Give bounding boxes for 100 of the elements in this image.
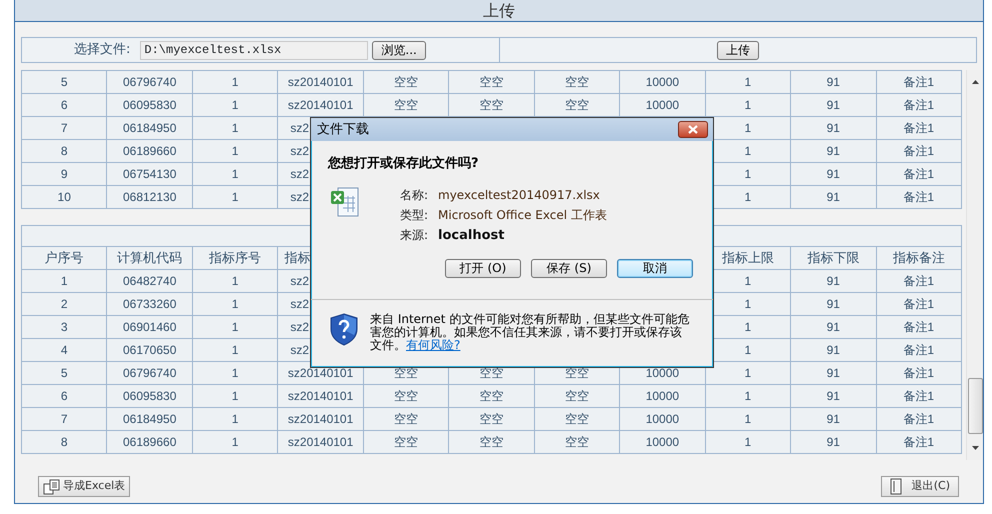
table-cell: 备注1 [876,70,962,94]
table-cell: 空空 [363,430,449,454]
table-cell: 1 [705,94,791,116]
table-cell: 备注1 [876,384,962,408]
table-cell: 1 [192,186,278,208]
column-header: 指标备注 [876,246,962,270]
table-cell: 备注1 [876,292,962,316]
table-cell: 1 [192,116,278,140]
table-cell: 1 [705,362,791,384]
table-cell: 06733260 [106,292,192,316]
table-cell: 91 [790,384,876,408]
table-cell: 备注1 [876,162,962,186]
table-cell: 1 [705,70,791,94]
scroll-thumb[interactable] [968,378,983,434]
table-cell: sz20140101 [278,384,364,408]
field-label: 名称: [400,186,430,204]
table-cell: 1 [192,292,278,316]
table-cell: 06796740 [106,70,192,94]
dialog-button[interactable]: 取消 [617,259,693,278]
table-cell: 6 [22,94,107,116]
table-cell: 1 [192,384,278,408]
table-cell: 10000 [620,94,706,116]
table-cell: 备注1 [876,186,962,208]
table-cell: 空空 [534,70,620,94]
table-cell: 1 [192,430,278,454]
table-cell: 91 [790,186,876,208]
table-cell: 3 [22,316,107,338]
table-cell: 1 [705,384,791,408]
table-cell: 5 [22,70,107,94]
field-value: Microsoft Office Excel 工作表 [438,206,607,224]
field-label: 来源: [400,226,430,244]
table-cell: 7 [22,116,107,140]
table-cell: 91 [790,140,876,162]
table-cell: 空空 [534,384,620,408]
column-header: 指标下限 [790,246,876,270]
table-cell: 06189660 [106,140,192,162]
table-cell: 06482740 [106,270,192,292]
table-cell: 空空 [448,408,534,430]
document-icon [43,478,61,494]
table-cell: 91 [790,408,876,430]
table-cell: 91 [790,70,876,94]
table-cell: 1 [192,162,278,186]
shield-question-icon [330,313,358,346]
table-cell: 备注1 [876,362,962,384]
table-cell: 4 [22,338,107,362]
table-cell: sz20140101 [278,94,364,116]
table-cell: 06095830 [106,384,192,408]
risk-link[interactable]: 有何风险? [406,338,460,352]
table-cell: 1 [192,408,278,430]
column-header: 指标序号 [192,246,278,270]
table-cell: 空空 [363,70,449,94]
table-cell: 8 [22,430,107,454]
table-cell: 空空 [448,94,534,116]
scroll-up-icon[interactable] [972,80,979,84]
table-cell: 1 [705,408,791,430]
browse-button[interactable]: 浏览... [372,40,426,60]
table-cell: 06189660 [106,430,192,454]
table-cell: 2 [22,292,107,316]
table-cell: 备注1 [876,338,962,362]
table-cell: 06184950 [106,408,192,430]
table-cell: 7 [22,408,107,430]
scroll-down-icon[interactable] [972,446,979,450]
table-cell: 06170650 [106,338,192,362]
warning-text: 来自 Internet 的文件可能对您有所帮助，但某些文件可能危害您的计算机。如果您不信任其来源，请不要打开或保存该文件。有何风险? [370,313,690,352]
exit-button[interactable]: 退出(C) [881,476,959,497]
table-cell: 91 [790,430,876,454]
table-cell: 6 [22,384,107,408]
table-cell: 备注1 [876,116,962,140]
close-button[interactable] [678,121,708,138]
table-cell: 空空 [534,94,620,116]
table-cell: 1 [192,94,278,116]
excel-file-icon [330,186,360,218]
field-value: localhost [438,226,506,244]
table-cell: 空空 [448,70,534,94]
table-cell: 空空 [534,430,620,454]
export-button[interactable]: 导成Excel表 [38,476,130,497]
table-cell: 10000 [620,70,706,94]
table-cell: 1 [192,338,278,362]
table-cell: 备注1 [876,94,962,116]
table-cell: 91 [790,270,876,292]
table-cell: 91 [790,94,876,116]
table-cell: 91 [790,292,876,316]
table-cell: 1 [192,270,278,292]
page-title: 上传 [15,0,983,22]
file-path-field[interactable]: D:\myexceltest.xlsx [140,40,368,60]
table-cell: 06796740 [106,362,192,384]
table-cell: 91 [790,116,876,140]
table-cell: 06812130 [106,186,192,208]
upload-button[interactable]: 上传 [716,40,759,60]
table-cell: 91 [790,162,876,186]
table-cell: 备注1 [876,270,962,292]
field-label: 类型: [400,206,430,224]
table-cell: 空空 [448,430,534,454]
table-cell: 8 [22,140,107,162]
dialog-button[interactable]: 打开 (O) [445,259,521,278]
table-cell: 91 [790,316,876,338]
table-cell: 06901460 [106,316,192,338]
file-label: 选择文件: [74,41,130,60]
dialog-button[interactable]: 保存 (S) [531,259,607,278]
table-cell: 空空 [363,384,449,408]
